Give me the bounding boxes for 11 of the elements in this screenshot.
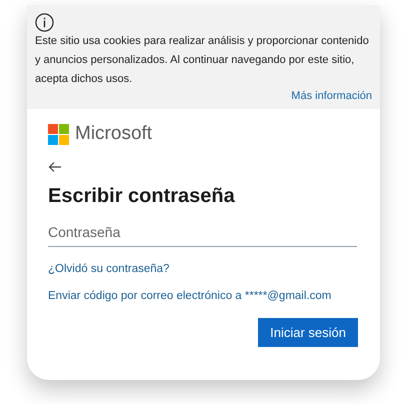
back-arrow-icon[interactable] bbox=[48, 161, 62, 173]
page-title: Escribir contraseña bbox=[48, 185, 236, 208]
text-link[interactable]: ¿Olvidó su contraseña? bbox=[48, 263, 170, 275]
logo-icon bbox=[48, 124, 69, 144]
sign-in-button[interactable]: Iniciar sesión bbox=[258, 318, 358, 347]
info-icon bbox=[35, 13, 54, 32]
more-info-link[interactable]: Más información bbox=[291, 89, 372, 104]
password-field[interactable]: Contraseña bbox=[48, 220, 357, 247]
text-link[interactable]: Enviar código por correo electrónico a *****@gmail.com bbox=[48, 290, 332, 302]
cookie-notice: Este sitio usa cookies para realizar análisis y proporcionar contenido y anuncios personalizados. Al continuar navegando por este sitio, acepta dichos usos. bbox=[35, 34, 370, 87]
brand-name: Microsoft bbox=[75, 123, 152, 145]
